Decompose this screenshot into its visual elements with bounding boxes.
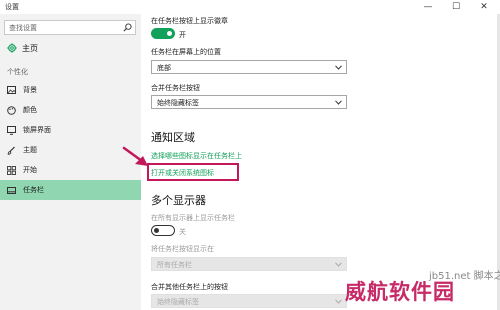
show-all-displays-state: 关 [179, 228, 186, 236]
section-label: 个性化 [7, 68, 28, 76]
palette-icon [7, 105, 16, 115]
combine-label: 合并任务栏按钮 [151, 84, 200, 92]
close-button[interactable]: ✕ [470, 0, 498, 14]
search-input[interactable] [9, 22, 117, 33]
sidebar-item-lock-screen[interactable]: 锁屏界面 [0, 120, 141, 140]
home-label: 主页 [22, 43, 38, 53]
minimize-button[interactable]: — [414, 0, 442, 14]
show-all-displays-label: 在所有显示器上显示任务栏 [151, 214, 235, 222]
watermark-logo: 威航软件园 [345, 280, 455, 304]
combine-other-dropdown[interactable]: 始终隐藏标签 [151, 294, 347, 308]
settings-window: 设置 — ☐ ✕ 主页 个性化 [0, 0, 500, 310]
monitor-icon [7, 125, 16, 135]
multi-display-heading: 多个显示器 [151, 194, 206, 207]
search-icon[interactable] [123, 23, 132, 32]
pointer-arrow-icon [122, 146, 148, 166]
position-dropdown[interactable]: 底部 [151, 60, 347, 74]
sidebar-item-themes[interactable]: 主题 [0, 140, 141, 160]
chevron-down-icon [335, 100, 342, 105]
sidebar-item-label: 任务栏 [23, 186, 44, 194]
sidebar-item-background[interactable]: 背景 [0, 80, 141, 100]
main-panel: 在任务栏按钮上显示徽章 开 任务栏在屏幕上的位置 底部 合并任务栏按钮 始终隐藏… [122, 14, 500, 310]
home-link[interactable]: 主页 [7, 41, 38, 55]
show-buttons-value: 所有任务栏 [157, 261, 192, 269]
sidebar-item-taskbar[interactable]: 任务栏 [0, 180, 141, 200]
watermark: jb51.net 脚本之家 威航软件园 [341, 264, 500, 310]
badges-toggle-state: 开 [179, 31, 186, 39]
maximize-button[interactable]: ☐ [442, 0, 470, 14]
picture-icon [7, 86, 16, 94]
chevron-down-icon [335, 65, 342, 70]
notification-area-heading: 通知区域 [151, 131, 195, 144]
toggle-knob [154, 228, 159, 233]
search-box[interactable] [4, 20, 136, 35]
combine-value: 始终隐藏标签 [157, 99, 199, 107]
sidebar-item-label: 背景 [23, 86, 37, 94]
gear-icon [7, 43, 17, 53]
toggle-knob [167, 31, 172, 36]
sidebar-item-label: 主题 [23, 146, 37, 154]
sidebar-item-label: 开始 [23, 166, 37, 174]
highlight-box [147, 163, 239, 181]
show-buttons-dropdown[interactable]: 所有任务栏 [151, 257, 347, 271]
position-label: 任务栏在屏幕上的位置 [151, 48, 221, 56]
sidebar-item-label: 锁屏界面 [23, 126, 51, 134]
title-bar: 设置 — ☐ ✕ [0, 0, 500, 14]
show-buttons-label: 将任务栏按钮显示在 [151, 245, 214, 253]
combine-other-label: 合并其他任务栏上的按钮 [151, 283, 228, 291]
show-all-displays-toggle[interactable] [151, 225, 175, 236]
combine-other-value: 始终隐藏标签 [157, 298, 199, 306]
sidebar-item-colors[interactable]: 颜色 [0, 100, 141, 120]
brush-icon [7, 146, 15, 155]
combine-dropdown[interactable]: 始终隐藏标签 [151, 95, 347, 109]
window-title: 设置 [5, 3, 19, 11]
sidebar: 主页 个性化 背景 颜色 锁屏界面 [0, 14, 141, 310]
start-grid-icon [7, 165, 16, 175]
position-value: 底部 [157, 64, 171, 72]
sidebar-item-label: 颜色 [23, 106, 37, 114]
badges-toggle[interactable] [151, 28, 175, 39]
select-icons-link[interactable]: 选择哪些图标显示在任务栏上 [151, 151, 242, 161]
sidebar-item-start[interactable]: 开始 [0, 160, 141, 180]
badges-label: 在任务栏按钮上显示徽章 [151, 17, 228, 25]
taskbar-icon [7, 186, 16, 194]
